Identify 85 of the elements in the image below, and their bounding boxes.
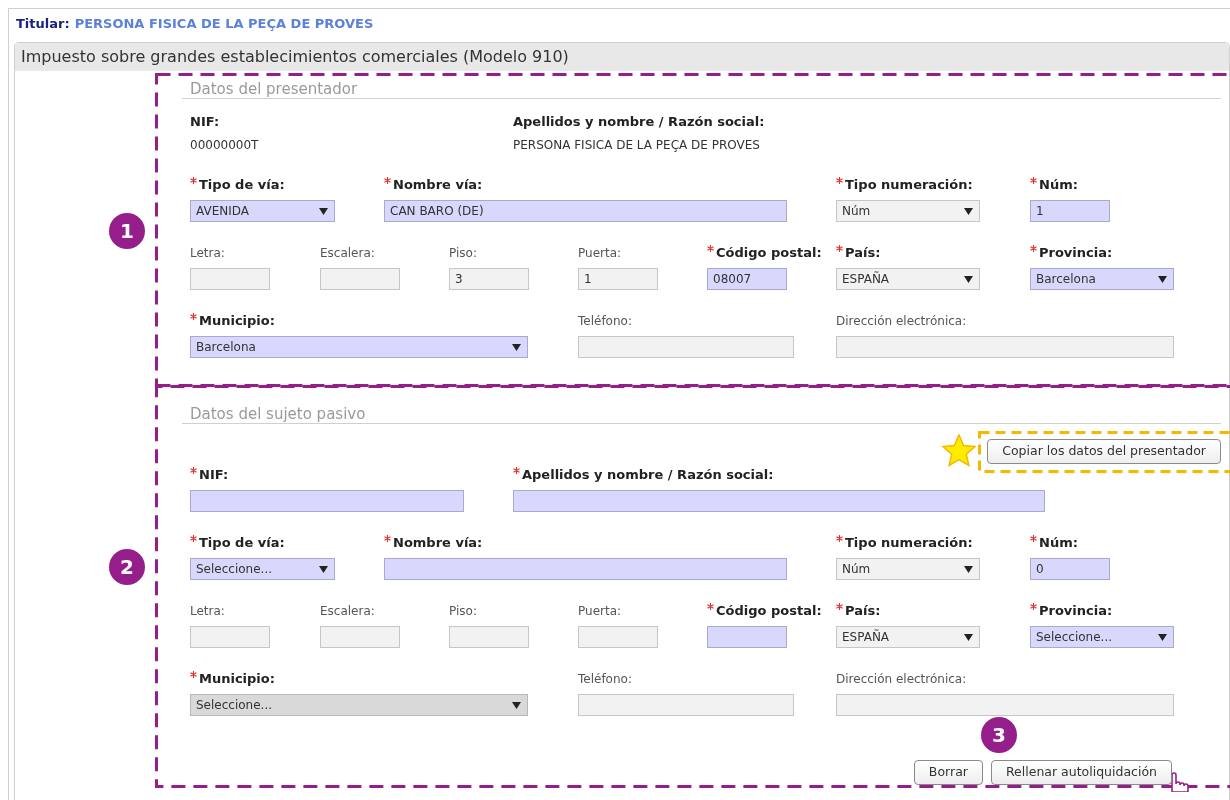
input-field[interactable] xyxy=(384,558,787,580)
caret-icon xyxy=(964,207,973,215)
copy-button[interactable]: Copiar los datos del presentador xyxy=(987,438,1221,464)
field-label: Núm: xyxy=(1039,175,1078,194)
field-label: Teléfono: xyxy=(578,671,632,688)
caret-icon xyxy=(319,565,328,573)
input-field[interactable]: CAN BARO (DE) xyxy=(384,200,787,222)
titular-label: Titular: xyxy=(16,15,70,33)
caret-icon xyxy=(964,633,973,641)
field-label: Municipio: xyxy=(199,669,275,688)
input-field[interactable] xyxy=(190,626,270,648)
field-label: Escalera: xyxy=(320,245,375,262)
field-label: Tipo de vía: xyxy=(199,533,285,552)
field-label: Apellidos y nombre / Razón social: xyxy=(513,112,765,131)
select-field[interactable]: Barcelona xyxy=(1030,268,1174,290)
caret-icon xyxy=(1158,275,1167,283)
input-field[interactable] xyxy=(320,268,400,290)
select-field[interactable]: Seleccione... xyxy=(1030,626,1174,648)
input-field[interactable] xyxy=(836,694,1174,716)
select-field[interactable]: ESPAÑA xyxy=(836,626,980,648)
field-label: País: xyxy=(845,601,881,620)
input-field[interactable] xyxy=(190,268,270,290)
field-label: Tipo de vía: xyxy=(199,175,285,194)
field-label: Puerta: xyxy=(578,603,622,620)
caret-icon xyxy=(964,275,973,283)
select-field[interactable]: AVENIDA xyxy=(190,200,335,222)
field-label: Piso: xyxy=(449,245,477,262)
titular-name: PERSONA FISICA DE LA PEÇA DE PROVES xyxy=(74,15,374,33)
select-field[interactable]: Núm xyxy=(836,558,980,580)
field-label: Provincia: xyxy=(1039,601,1113,620)
field-label: País: xyxy=(845,243,881,262)
field-label: Municipio: xyxy=(199,311,275,330)
section-title: Datos del presentador xyxy=(182,80,1221,99)
field-label: Letra: xyxy=(190,245,225,262)
field-label: Núm: xyxy=(1039,533,1078,552)
field-label: Puerta: xyxy=(578,245,622,262)
caret-icon xyxy=(964,565,973,573)
input-field[interactable]: 1 xyxy=(1030,200,1110,222)
select-field[interactable]: Barcelona xyxy=(190,336,528,358)
select-field[interactable]: Seleccione... xyxy=(190,558,335,580)
field-label: Escalera: xyxy=(320,603,375,620)
star-icon xyxy=(941,434,978,468)
select-field[interactable]: ESPAÑA xyxy=(836,268,980,290)
field-label: Piso: xyxy=(449,603,477,620)
input-field[interactable] xyxy=(320,626,400,648)
select-field[interactable]: Núm xyxy=(836,200,980,222)
field-label: Tipo numeración: xyxy=(845,175,973,194)
field-value: 00000000T xyxy=(190,137,259,154)
field-label: Apellidos y nombre / Razón social: xyxy=(522,465,774,484)
caret-icon xyxy=(512,701,521,709)
input-field[interactable] xyxy=(513,490,1045,512)
input-field[interactable]: 3 xyxy=(449,268,529,290)
action-button[interactable]: Borrar xyxy=(913,759,983,785)
field-label: NIF: xyxy=(190,112,220,131)
field-label: Dirección electrónica: xyxy=(836,313,967,330)
step-badge: 1 xyxy=(109,213,145,249)
input-field[interactable] xyxy=(836,336,1174,358)
field-label: Letra: xyxy=(190,603,225,620)
input-field[interactable] xyxy=(578,626,658,648)
caret-icon xyxy=(319,207,328,215)
field-label: NIF: xyxy=(199,465,229,484)
input-field[interactable] xyxy=(707,626,787,648)
field-label: Tipo numeración: xyxy=(845,533,973,552)
step-badge: 2 xyxy=(109,549,145,585)
input-field[interactable] xyxy=(449,626,529,648)
input-field[interactable]: 08007 xyxy=(707,268,787,290)
field-label: Código postal: xyxy=(716,601,822,620)
input-field[interactable] xyxy=(190,490,464,512)
input-field[interactable]: 0 xyxy=(1030,558,1110,580)
field-value: PERSONA FISICA DE LA PEÇA DE PROVES xyxy=(513,137,760,154)
field-label: Nombre vía: xyxy=(393,175,483,194)
caret-icon xyxy=(512,343,521,351)
field-label: Dirección electrónica: xyxy=(836,671,967,688)
section-title: Datos del sujeto pasivo xyxy=(182,405,1221,424)
input-field[interactable] xyxy=(578,694,794,716)
panel-title: Impuesto sobre grandes establecimientos comerciales (Modelo 910) xyxy=(15,43,1229,71)
field-label: Teléfono: xyxy=(578,313,632,330)
field-label: Código postal: xyxy=(716,243,822,262)
input-field[interactable]: 1 xyxy=(578,268,658,290)
input-field[interactable] xyxy=(578,336,794,358)
field-label: Nombre vía: xyxy=(393,533,483,552)
step-badge: 3 xyxy=(980,717,1017,753)
action-button[interactable]: Rellenar autoliquidación xyxy=(990,759,1172,785)
caret-icon xyxy=(1158,633,1167,641)
field-label: Provincia: xyxy=(1039,243,1113,262)
